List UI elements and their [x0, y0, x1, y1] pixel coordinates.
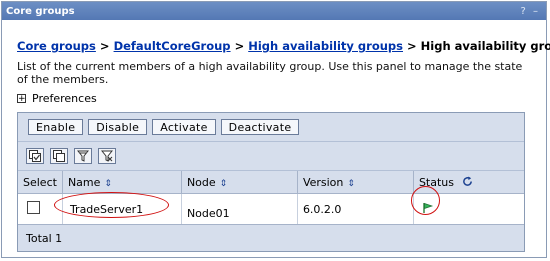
action-button-bar: Enable Disable Activate Deactivate: [18, 113, 524, 142]
breadcrumb-separator: >: [99, 39, 110, 53]
sort-icon[interactable]: ⇕: [347, 179, 355, 189]
sort-icon[interactable]: ⇕: [104, 179, 112, 189]
icon-toolbar: [18, 142, 524, 171]
table-header-row: Select Name ⇕ Node ⇕ Version ⇕ Status: [18, 171, 524, 194]
select-cell: [18, 193, 63, 225]
window-title: Core groups: [6, 5, 75, 17]
breadcrumb: Core groups > DefaultCoreGroup > High av…: [17, 39, 550, 53]
breadcrumb-separator: >: [234, 39, 245, 53]
select-column-header: Select: [18, 171, 63, 194]
highlight-oval-name: [54, 192, 169, 218]
page-description: List of the current members of a high av…: [17, 60, 523, 86]
member-node: Node01: [186, 206, 230, 220]
activate-button[interactable]: Activate: [152, 119, 216, 135]
breadcrumb-separator: >: [407, 39, 417, 53]
expand-plus-icon[interactable]: +: [17, 94, 26, 104]
breadcrumb-current: High availability group: [420, 39, 550, 53]
title-bar: Core groups ? –: [2, 2, 546, 20]
row-select-checkbox[interactable]: [27, 201, 40, 214]
member-version: 6.0.2.0: [302, 202, 342, 216]
version-column-header[interactable]: Version ⇕: [297, 171, 414, 194]
enable-button[interactable]: Enable: [28, 119, 84, 135]
preferences-label: Preferences: [32, 92, 97, 105]
show-filter-icon[interactable]: [74, 148, 92, 164]
node-column-header[interactable]: Node ⇕: [181, 171, 298, 194]
deactivate-button[interactable]: Deactivate: [220, 119, 300, 135]
breadcrumb-link-core-groups[interactable]: Core groups: [17, 39, 96, 53]
disable-button[interactable]: Disable: [88, 119, 148, 135]
breadcrumb-link-ha-groups[interactable]: High availability groups: [248, 39, 403, 53]
highlight-oval-status: [411, 186, 440, 215]
clear-filter-icon[interactable]: [98, 148, 116, 164]
name-column-header[interactable]: Name ⇕: [62, 171, 182, 194]
breadcrumb-link-default-core-group[interactable]: DefaultCoreGroup: [114, 39, 231, 53]
preferences-toggle[interactable]: + Preferences: [17, 92, 529, 105]
select-all-icon[interactable]: [26, 148, 44, 164]
node-cell: Node01: [181, 193, 298, 225]
version-cell: 6.0.2.0: [297, 193, 414, 225]
table-total: Total 1: [18, 225, 524, 251]
members-collection-table: Enable Disable Activate Deactivate Selec…: [17, 112, 525, 252]
main-content: Core groups > DefaultCoreGroup > High av…: [17, 20, 550, 252]
refresh-icon[interactable]: [462, 175, 473, 189]
deselect-all-icon[interactable]: [50, 148, 68, 164]
sort-icon[interactable]: ⇕: [220, 179, 228, 189]
window-controls[interactable]: ? –: [521, 6, 541, 17]
